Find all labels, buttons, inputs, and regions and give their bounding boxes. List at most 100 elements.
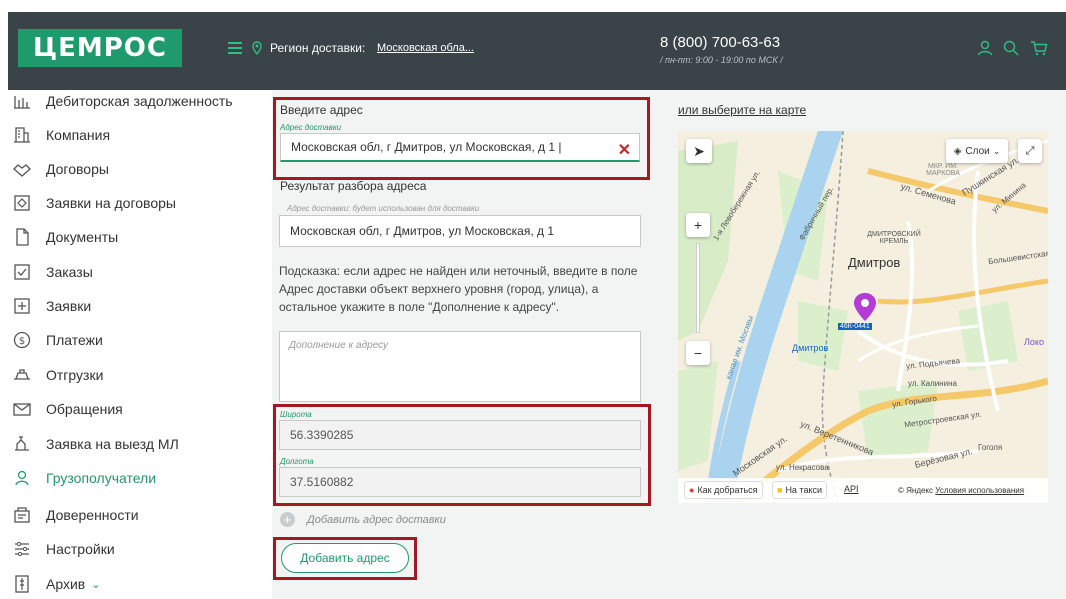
- handshake-icon: [12, 159, 32, 179]
- sidebar-item-label: Заказы: [46, 264, 93, 280]
- sidebar-item-12[interactable]: Грузополучатели: [12, 467, 262, 489]
- route-button[interactable]: ● Как добраться: [684, 481, 763, 499]
- sidebar-item-label: Обращения: [46, 401, 123, 417]
- sidebar: Дебиторская задолженность Компания Договор…: [0, 90, 262, 599]
- sidebar-item-label: Архив: [46, 576, 86, 592]
- map-street-10: ул. Некрасова: [776, 463, 829, 472]
- sidebar-item-label: Заявка на выезд МЛ: [46, 436, 179, 452]
- page: { "header": { "logo": "ЦЕМРОС", "region_…: [0, 0, 1066, 599]
- svg-text:$: $: [19, 336, 25, 347]
- sidebar-item-label: Заявки на договоры: [46, 195, 176, 211]
- sidebar-item-label: Договоры: [46, 161, 109, 177]
- phone-number[interactable]: 8 (800) 700-63-63: [660, 34, 780, 51]
- geolocation-button[interactable]: ➤: [686, 139, 712, 163]
- map-station-label: Дмитров: [792, 343, 829, 353]
- sidebar-item-2[interactable]: Компания: [12, 124, 262, 146]
- add-delivery-address-link[interactable]: + Добавить адрес доставки: [280, 512, 446, 527]
- sidebar-item-13[interactable]: Доверенности: [12, 504, 262, 526]
- sidebar-item-9[interactable]: Отгрузки: [12, 364, 262, 386]
- zoom-slider[interactable]: [696, 243, 700, 333]
- menu-burger-icon[interactable]: [228, 42, 242, 54]
- cart-icon[interactable]: [1030, 39, 1048, 57]
- location-pin-icon: [252, 41, 262, 55]
- terms-link[interactable]: Условия использования: [935, 486, 1024, 495]
- chevron-down-icon[interactable]: ⌄: [91, 578, 100, 591]
- map-district-label: МКР. ИМ. МАРКОВА: [926, 163, 960, 177]
- sidebar-item-4[interactable]: Заявки на договоры: [12, 192, 262, 214]
- top-header: ЦЕМРОС Регион доставки: Московская обла.…: [8, 12, 1066, 90]
- envelope-icon: [12, 399, 32, 419]
- sidebar-item-label: Дебиторская задолженность: [46, 93, 233, 109]
- taxi-label: На такси: [785, 485, 823, 495]
- parsed-address-field[interactable]: Московская обл, г Дмитров, ул Московская…: [279, 215, 641, 247]
- sidebar-item-label: Настройки: [46, 541, 115, 557]
- archive-icon: [12, 574, 32, 594]
- sidebar-item-10[interactable]: Обращения: [12, 398, 262, 420]
- fullscreen-icon[interactable]: ⤢: [1018, 139, 1042, 163]
- map[interactable]: ➤ ◈ Слои ⌄ ⤢ + − Дмитров ДМИТРОВСКИЙ КРЕМЛ…: [678, 131, 1048, 503]
- sidebar-item-11[interactable]: Заявка на выезд МЛ: [12, 433, 262, 455]
- sidebar-item-5[interactable]: Документы: [12, 226, 262, 248]
- bar-chart-icon: [12, 91, 32, 111]
- contract-request-icon: [12, 193, 32, 213]
- parse-result-title: Результат разбора адреса: [280, 179, 427, 193]
- hint-text: Подсказка: если адрес не найден или нето…: [279, 264, 638, 314]
- highlight-add-button: [273, 537, 417, 580]
- zoom-out-button[interactable]: −: [686, 341, 710, 365]
- copyright-label: © Яндекс: [898, 486, 934, 495]
- search-icon[interactable]: [1002, 39, 1020, 57]
- sidebar-item-label: Заявки: [46, 298, 92, 314]
- layers-label: Слои: [965, 145, 990, 157]
- logo[interactable]: ЦЕМРОС: [18, 29, 182, 67]
- highlight-coordinates: [273, 404, 651, 506]
- highlight-address-box: [273, 97, 650, 180]
- map-street-5: ул. Калинина: [908, 379, 957, 388]
- plus-square-icon: [12, 296, 32, 316]
- visit-request-icon: [12, 434, 32, 454]
- dollar-circle-icon: $: [12, 330, 32, 350]
- shipment-icon: [12, 365, 32, 385]
- address-addition-placeholder: Дополнение к адресу: [289, 340, 389, 351]
- address-addition-textarea[interactable]: Дополнение к адресу: [279, 331, 641, 402]
- sidebar-item-15[interactable]: Архив ⌄: [12, 573, 262, 595]
- sidebar-item-label: Грузополучатели: [46, 470, 157, 486]
- taxi-button[interactable]: ■ На такси: [772, 481, 828, 499]
- choose-on-map-link[interactable]: или выберите на карте: [678, 103, 806, 117]
- map-kremlin-label: ДМИТРОВСКИЙ КРЕМЛЬ: [867, 231, 921, 245]
- sliders-icon: [12, 539, 32, 559]
- user-icon[interactable]: [976, 39, 994, 57]
- document-icon: [12, 227, 32, 247]
- chevron-down-icon: ⌄: [992, 145, 1001, 156]
- map-road-sign: 46К-0441: [838, 323, 872, 330]
- map-locality-label: Локо: [1024, 337, 1044, 347]
- api-link[interactable]: API: [844, 484, 859, 494]
- sidebar-item-label: Компания: [46, 127, 111, 143]
- layers-icon: ◈: [953, 145, 962, 157]
- order-check-icon: [12, 262, 32, 282]
- layers-button[interactable]: ◈ Слои ⌄: [946, 139, 1008, 163]
- working-hours: / пн-пт: 9:00 - 19:00 по МСК /: [660, 55, 783, 65]
- taxi-icon: ■: [777, 485, 783, 495]
- sidebar-item-14[interactable]: Настройки: [12, 538, 262, 560]
- zoom-in-button[interactable]: +: [686, 213, 710, 237]
- sidebar-item-6[interactable]: Заказы: [12, 261, 262, 283]
- recipient-icon: [12, 468, 32, 488]
- add-delivery-address-label: Добавить адрес доставки: [307, 513, 446, 526]
- sidebar-item-8[interactable]: $ Платежи: [12, 329, 262, 351]
- region-selector[interactable]: Московская обла...: [377, 42, 474, 54]
- route-label: Как добраться: [697, 485, 758, 495]
- map-street-12: Гоголя: [978, 443, 1003, 452]
- map-city-label: Дмитров: [848, 255, 901, 270]
- parsed-address-value: Московская обл, г Дмитров, ул Московская…: [290, 224, 555, 238]
- sidebar-item-label: Отгрузки: [46, 367, 104, 383]
- building-icon: [12, 125, 32, 145]
- sidebar-item-3[interactable]: Договоры: [12, 158, 262, 180]
- sidebar-item-7[interactable]: Заявки: [12, 295, 262, 317]
- route-pin-icon: ●: [689, 485, 695, 495]
- region-label: Регион доставки:: [270, 41, 366, 55]
- parsed-address-label: Адрес доставки: будет использован для до…: [287, 204, 480, 213]
- plus-circle-icon: +: [280, 512, 295, 527]
- sidebar-item-label: Документы: [46, 229, 119, 245]
- sidebar-item-1[interactable]: Дебиторская задолженность: [12, 90, 262, 112]
- map-copyright: © Яндекс Условия использования: [898, 486, 1024, 495]
